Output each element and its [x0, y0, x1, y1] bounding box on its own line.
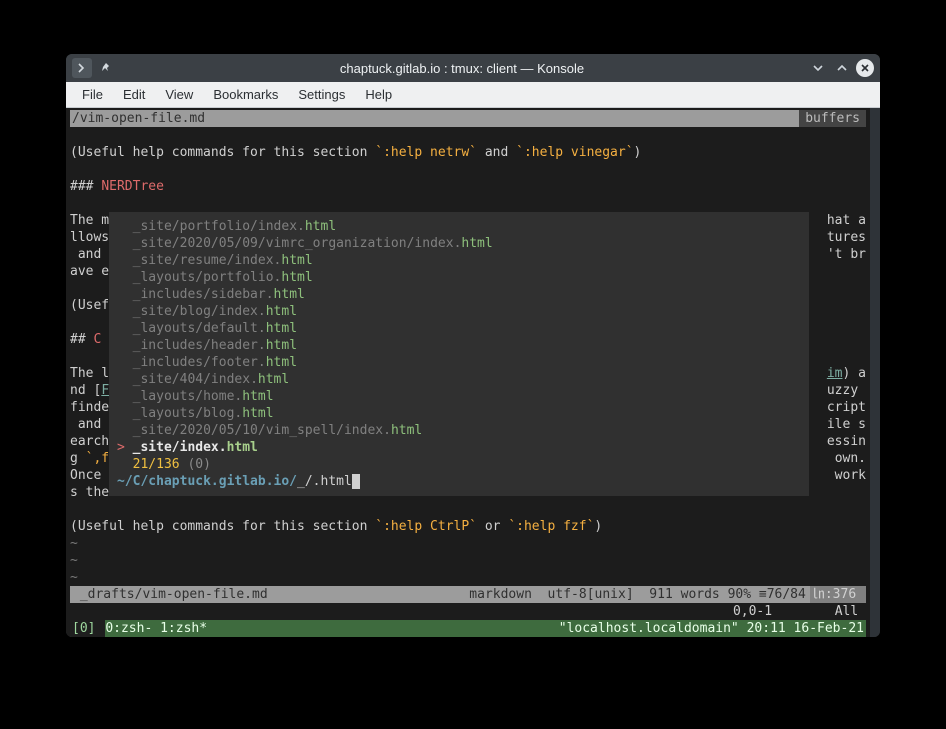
doc-line: (Useful help commands for this section `…: [70, 144, 866, 161]
chevron-down-icon: [811, 61, 825, 75]
tmux-windows[interactable]: 0:zsh- 1:zsh*: [105, 620, 207, 637]
titlebar[interactable]: chaptuck.gitlab.io : tmux: client — Kons…: [66, 54, 880, 82]
fzf-result-row[interactable]: _site/portfolio/index.html: [117, 218, 801, 235]
chevron-up-icon: [835, 61, 849, 75]
fzf-result-row[interactable]: _includes/sidebar.html: [117, 286, 801, 303]
menu-edit[interactable]: Edit: [113, 82, 155, 107]
pin-icon: [100, 62, 112, 74]
menubar: File Edit View Bookmarks Settings Help: [66, 82, 880, 108]
tabline-right: buffers: [799, 110, 866, 127]
maximize-button[interactable]: [832, 58, 852, 78]
fzf-result-row[interactable]: _includes/header.html: [117, 337, 801, 354]
menu-help[interactable]: Help: [355, 82, 402, 107]
close-icon: [860, 63, 870, 73]
fzf-result-row[interactable]: _layouts/default.html: [117, 320, 801, 337]
tmux-session: [0]: [70, 620, 105, 637]
konsole-window: chaptuck.gitlab.io : tmux: client — Kons…: [66, 54, 880, 637]
status-meta: markdown utf-8[unix] 911 words 90% ≡76/8…: [450, 586, 810, 603]
fzf-prompt[interactable]: ~/C/chaptuck.gitlab.io/_/.html: [117, 473, 801, 490]
fzf-result-row[interactable]: _includes/footer.html: [117, 354, 801, 371]
doc-line-ctrlp: (Useful help commands for this section `…: [70, 518, 866, 535]
pin-button[interactable]: [96, 58, 116, 78]
fzf-result-row[interactable]: _site/404/index.html: [117, 371, 801, 388]
close-button[interactable]: [856, 59, 874, 77]
menu-bookmarks[interactable]: Bookmarks: [203, 82, 288, 107]
app-menu-button[interactable]: [72, 58, 92, 78]
vim-tabline: /vim-open-file.md buffers: [70, 110, 866, 127]
menu-settings[interactable]: Settings: [288, 82, 355, 107]
minimize-button[interactable]: [808, 58, 828, 78]
fzf-result-row[interactable]: _layouts/home.html: [117, 388, 801, 405]
tabline-path: /vim-open-file.md: [70, 110, 205, 127]
window-title: chaptuck.gitlab.io : tmux: client — Kons…: [116, 61, 808, 76]
menu-view[interactable]: View: [155, 82, 203, 107]
fzf-result-row[interactable]: _layouts/portfolio.html: [117, 269, 801, 286]
cursor: [352, 474, 360, 489]
tilde-line: ~: [70, 569, 866, 586]
vim-commandline[interactable]: 0,0-1 All: [70, 603, 866, 620]
tmux-statusline: [0] 0:zsh- 1:zsh* "localhost.localdomain…: [70, 620, 866, 637]
fzf-result-row[interactable]: _site/2020/05/09/vimrc_organization/inde…: [117, 235, 801, 252]
view-all: All: [772, 604, 866, 619]
fzf-result-row[interactable]: _layouts/blog.html: [117, 405, 801, 422]
status-file: _drafts/vim-open-file.md: [70, 586, 268, 603]
prompt-icon: [75, 61, 89, 75]
fzf-result-row[interactable]: _site/resume/index.html: [117, 252, 801, 269]
vim-statusline: _drafts/vim-open-file.md markdown utf-8[…: [70, 586, 866, 603]
tilde-line: ~: [70, 535, 866, 552]
menu-file[interactable]: File: [72, 82, 113, 107]
tilde-line: ~: [70, 552, 866, 569]
heading-nerdtree: ### NERDTree: [70, 178, 866, 195]
terminal[interactable]: /vim-open-file.md buffers (Useful help c…: [66, 108, 880, 637]
fzf-result-row[interactable]: _site/2020/05/10/vim_spell/index.html: [117, 422, 801, 439]
cursor-pos: 0,0-1: [733, 604, 772, 619]
fzf-selected-row[interactable]: > _site/index.html: [117, 439, 801, 456]
fzf-result-row[interactable]: _site/blog/index.html: [117, 303, 801, 320]
fzf-popup[interactable]: _site/portfolio/index.html _site/2020/05…: [109, 212, 809, 496]
fzf-counter: 21/136 (0): [117, 456, 801, 473]
tmux-right: "localhost.localdomain" 20:11 16-Feb-21: [559, 620, 866, 637]
status-ln: ㏑:376: [810, 586, 866, 603]
